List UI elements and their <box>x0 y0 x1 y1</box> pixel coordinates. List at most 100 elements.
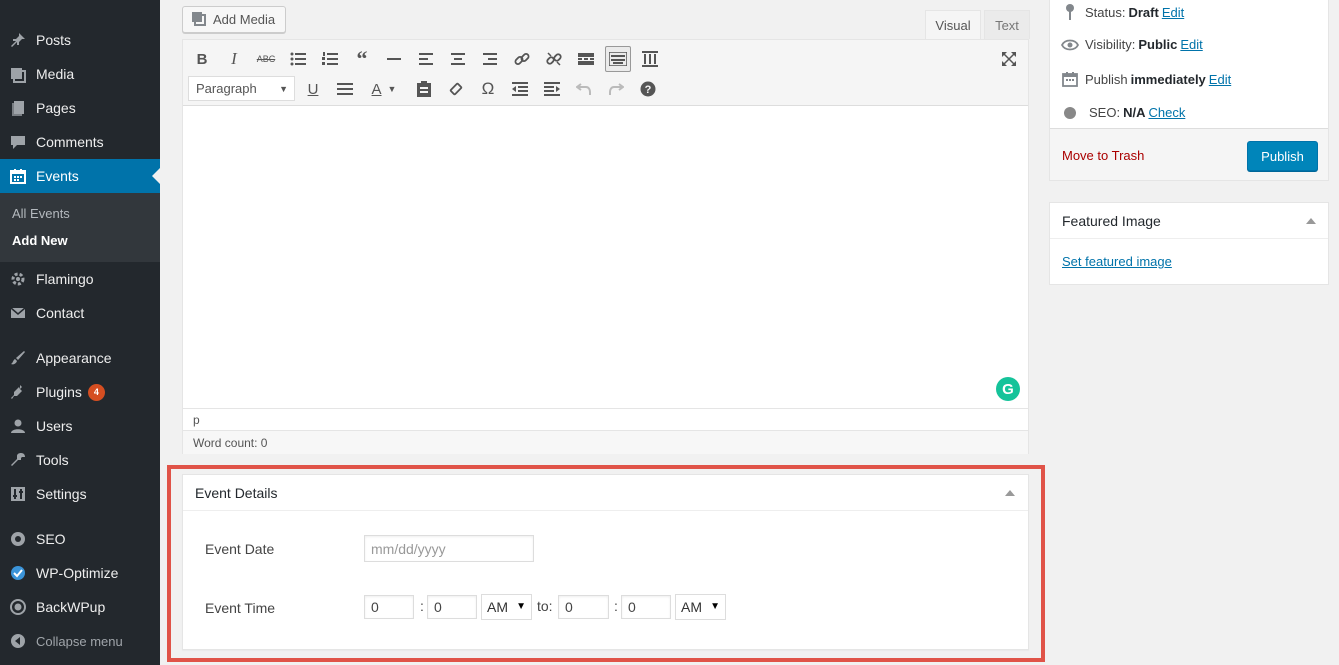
strikethrough-icon[interactable]: ABC <box>253 46 279 72</box>
move-to-trash-link[interactable]: Move to Trash <box>1062 148 1144 163</box>
sidebar-item-flamingo[interactable]: Flamingo <box>0 262 160 296</box>
eye-icon <box>1060 39 1080 51</box>
plugins-update-badge: 4 <box>87 383 105 401</box>
columns-icon[interactable] <box>637 46 663 72</box>
bold-icon[interactable]: B <box>189 46 215 72</box>
undo-icon[interactable] <box>571 76 597 102</box>
sidebar-item-posts[interactable]: Posts <box>0 23 160 57</box>
link-icon[interactable] <box>509 46 535 72</box>
chevron-down-icon: ▼ <box>279 84 288 94</box>
pushpin-icon <box>0 31 36 49</box>
sidebar-item-label: Settings <box>36 486 87 502</box>
sidebar-item-tools[interactable]: Tools <box>0 443 160 477</box>
featured-image-header[interactable]: Featured Image <box>1050 203 1328 239</box>
event-details-header[interactable]: Event Details <box>183 475 1028 511</box>
sidebar-item-events[interactable]: Events <box>0 159 160 193</box>
events-submenu: All Events Add New <box>0 193 160 262</box>
collapse-menu-button[interactable]: Collapse menu <box>0 624 160 658</box>
sidebar-item-seo[interactable]: SEO <box>0 522 160 556</box>
start-minute-input[interactable]: 0 <box>427 595 477 619</box>
sidebar-item-comments[interactable]: Comments <box>0 125 160 159</box>
align-right-icon[interactable] <box>477 46 503 72</box>
edit-visibility-link[interactable]: Edit <box>1180 37 1202 52</box>
sidebar-item-plugins[interactable]: Plugins 4 <box>0 375 160 409</box>
editor-content-area[interactable]: G <box>183 107 1028 407</box>
blockquote-icon[interactable]: “ <box>349 46 375 72</box>
sidebar-item-label: Contact <box>36 305 85 321</box>
collapse-toggle-icon[interactable] <box>1306 218 1316 224</box>
help-icon[interactable]: ? <box>635 76 661 102</box>
text-color-icon[interactable]: A ▼ <box>364 76 404 102</box>
start-ampm-value: AM <box>487 599 508 615</box>
set-featured-image-link[interactable]: Set featured image <box>1062 254 1172 269</box>
end-ampm-value: AM <box>681 599 702 615</box>
sidebar-item-appearance[interactable]: Appearance <box>0 341 160 375</box>
underline-icon[interactable]: U <box>300 76 326 102</box>
svg-text:?: ? <box>645 84 652 96</box>
publish-time-label: Publish <box>1085 71 1128 87</box>
fullscreen-icon[interactable] <box>998 48 1020 70</box>
pin-icon <box>1060 3 1080 21</box>
horizontal-line-icon[interactable] <box>381 46 407 72</box>
sidebar-item-label: Posts <box>36 32 72 48</box>
media-icon <box>0 65 36 83</box>
collapse-toggle-icon[interactable] <box>1005 490 1015 496</box>
end-ampm-select[interactable]: AM ▼ <box>675 594 726 620</box>
start-hour-input[interactable]: 0 <box>364 595 414 619</box>
clear-formatting-icon[interactable] <box>443 76 469 102</box>
featured-image-box: Featured Image Set featured image <box>1049 202 1329 285</box>
publish-time-value: immediately <box>1130 71 1206 87</box>
edit-status-link[interactable]: Edit <box>1162 5 1184 20</box>
status-value: Draft <box>1128 4 1159 20</box>
read-more-icon[interactable] <box>573 46 599 72</box>
submenu-item-all-events[interactable]: All Events <box>12 206 70 221</box>
sidebar-item-label: SEO <box>36 531 66 547</box>
toolbar-toggle-icon[interactable] <box>605 46 631 72</box>
sidebar-item-settings[interactable]: Settings <box>0 477 160 511</box>
chevron-down-icon: ▼ <box>710 601 720 612</box>
publish-button[interactable]: Publish <box>1247 141 1318 171</box>
add-media-button[interactable]: Add Media <box>182 6 286 33</box>
sidebar-item-users[interactable]: Users <box>0 409 160 443</box>
sidebar-item-media[interactable]: Media <box>0 57 160 91</box>
collapse-arrow-icon <box>0 632 36 650</box>
outdent-icon[interactable] <box>507 76 533 102</box>
grammarly-icon[interactable]: G <box>996 377 1020 401</box>
bullet-list-icon[interactable] <box>285 46 311 72</box>
sidebar-item-backwpup[interactable]: BackWPup <box>0 590 160 624</box>
paste-text-icon[interactable] <box>411 76 437 102</box>
align-center-icon[interactable] <box>445 46 471 72</box>
end-minute-input[interactable]: 0 <box>621 595 671 619</box>
seo-check-link[interactable]: Check <box>1148 105 1185 120</box>
numbered-list-icon[interactable] <box>317 46 343 72</box>
featured-image-title: Featured Image <box>1062 212 1161 229</box>
sidebar-item-label: Events <box>36 168 79 184</box>
tab-text[interactable]: Text <box>984 10 1030 39</box>
start-ampm-select[interactable]: AM ▼ <box>481 594 532 620</box>
media-icon <box>191 10 207 29</box>
sidebar-item-pages[interactable]: Pages <box>0 91 160 125</box>
pages-icon <box>0 99 36 117</box>
special-character-icon[interactable]: Ω <box>475 76 501 102</box>
italic-icon[interactable]: I <box>221 46 247 72</box>
end-hour-input[interactable]: 0 <box>558 595 609 619</box>
paragraph-format-select[interactable]: Paragraph ▼ <box>188 76 295 101</box>
settings-icon <box>0 485 36 503</box>
backwpup-icon <box>0 598 36 616</box>
submenu-item-add-new[interactable]: Add New <box>12 233 68 248</box>
justify-icon[interactable] <box>332 76 358 102</box>
sidebar-item-contact[interactable]: Contact <box>0 296 160 330</box>
event-date-input[interactable]: mm/dd/yyyy <box>364 535 534 562</box>
edit-publish-time-link[interactable]: Edit <box>1209 72 1231 87</box>
tab-visual[interactable]: Visual <box>925 10 981 39</box>
sidebar-item-wp-optimize[interactable]: WP-Optimize <box>0 556 160 590</box>
redo-icon[interactable] <box>603 76 629 102</box>
status-row: Status: Draft Edit <box>1060 3 1184 21</box>
indent-icon[interactable] <box>539 76 565 102</box>
sidebar-item-label: Media <box>36 66 75 82</box>
seo-row: SEO: N/A Check <box>1060 105 1185 120</box>
gear-icon <box>0 270 36 288</box>
unlink-icon[interactable] <box>541 46 567 72</box>
align-left-icon[interactable] <box>413 46 439 72</box>
calendar-icon <box>1060 71 1080 87</box>
